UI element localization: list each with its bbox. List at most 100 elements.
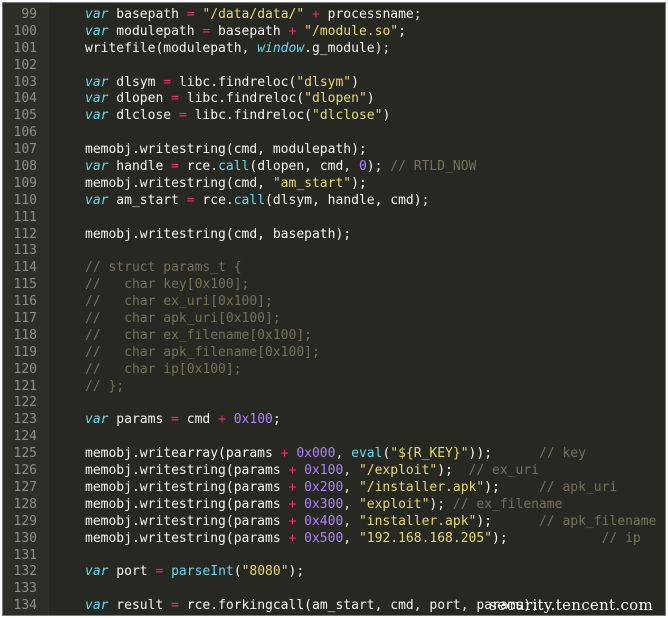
line-number: 99 — [21, 7, 37, 22]
code-token: , — [343, 496, 359, 512]
line-number: 130 — [13, 530, 37, 546]
code-token: ; — [272, 412, 281, 428]
code-token: ; — [398, 23, 406, 39]
code-token: ( — [233, 564, 242, 580]
code-line: 119 // char apk_filename[0x100]; — [3, 345, 665, 362]
code-token: "dlopen" — [304, 91, 367, 107]
code-token: memobj.writestring(cmd, — [85, 175, 273, 191]
code-line: 124 — [3, 429, 665, 446]
code-token: ); — [484, 479, 539, 495]
code-token: ) — [382, 108, 391, 124]
code-token: var — [85, 159, 109, 175]
line-number: 108 — [13, 159, 37, 175]
line-number: 114 — [13, 260, 37, 276]
code-line: 128 memobj.writestring(params + 0x300, "e… — [3, 497, 665, 514]
code-line: 104 var dlopen = libc.findreloc("dlopen") — [3, 91, 665, 108]
line-text: // struct params_t { — [85, 260, 242, 277]
line-text: var result = rce.forkingcall(am_start, c… — [85, 598, 539, 615]
code-token: (dlopen, cmd, — [249, 159, 359, 175]
code-token: // apk_uri — [538, 479, 618, 495]
line-number: 120 — [13, 361, 37, 377]
code-token: = — [186, 7, 195, 22]
code-line: 115 // char key[0x100]; — [3, 277, 665, 294]
code-line: 117 // char apk_uri[0x100]; — [3, 311, 665, 328]
code-token: = — [163, 74, 172, 90]
code-token: memobj.writestring(params — [85, 479, 289, 495]
code-line: 99 var basepath = "/data/data/" + process… — [3, 7, 665, 24]
code-token: rce. — [194, 192, 234, 208]
code-token: basepath — [210, 23, 289, 39]
code-token: 0x500 — [304, 530, 344, 546]
code-editor: 99 var basepath = "/data/data/" + process… — [2, 2, 666, 616]
code-token: handle — [108, 159, 172, 175]
code-line: 107 memobj.writestring(cmd, modulepath); — [3, 142, 665, 159]
code-line: 131 — [3, 548, 665, 565]
code-token: eval — [351, 446, 383, 462]
code-line: 103 var dlsym = libc.findreloc("dlsym") — [3, 75, 665, 92]
line-text: // char apk_uri[0x100]; — [85, 311, 281, 328]
code-token: // }; — [85, 378, 125, 394]
code-line: 106 — [3, 125, 665, 142]
code-line: 130 memobj.writestring(params + 0x500, "1… — [3, 531, 665, 548]
code-token: dlopen — [108, 91, 172, 107]
code-token: memobj.writestring(params — [85, 530, 289, 546]
code-token: call — [218, 159, 250, 175]
code-token: // key — [539, 446, 586, 462]
line-number: 118 — [13, 327, 37, 343]
line-number: 132 — [13, 564, 37, 580]
code-token: var — [85, 108, 109, 124]
code-line: 111 — [3, 210, 665, 227]
line-number: 116 — [13, 294, 37, 310]
line-text: memobj.writestring(params + 0x100, "/exp… — [85, 463, 539, 480]
code-token: + — [218, 412, 226, 428]
code-token: basepath — [108, 7, 187, 22]
code-token: var — [85, 91, 109, 107]
code-line: 126 memobj.writestring(params + 0x100, "/… — [3, 463, 665, 480]
line-number: 104 — [13, 91, 37, 107]
line-text: var modulepath = basepath + "/module.so"… — [85, 24, 406, 41]
code-token: // char apk_uri[0x100]; — [85, 311, 281, 327]
code-token: var — [85, 7, 109, 22]
code-token: ); — [437, 463, 469, 479]
code-token: // ex_filename — [452, 496, 563, 512]
code-token: // char key[0x100]; — [85, 277, 250, 293]
code-token: libc.findreloc( — [171, 74, 297, 90]
code-area[interactable]: 99 var basepath = "/data/data/" + process… — [3, 7, 665, 615]
code-token: memobj.writestring(cmd, modulepath); — [85, 142, 367, 158]
code-token: ) — [351, 74, 359, 90]
line-text: var dlopen = libc.findreloc("dlopen") — [85, 91, 375, 108]
code-line: 105 var dlclose = libc.findreloc("dlclose… — [3, 108, 665, 125]
code-token: rce.forkingcall(am_start, cmd, port, par… — [178, 598, 539, 614]
code-token: var — [85, 74, 109, 90]
code-token: , — [343, 513, 359, 529]
code-token: window — [257, 40, 305, 56]
line-number: 131 — [13, 547, 37, 563]
code-line: 109 memobj.writestring(cmd, "am_start"); — [3, 176, 665, 193]
line-number: 103 — [13, 74, 37, 90]
code-token: ); — [492, 530, 602, 546]
line-number: 121 — [13, 378, 37, 394]
line-text: memobj.writestring(cmd, modulepath); — [85, 142, 367, 159]
line-number: 123 — [13, 412, 37, 428]
code-token: "8080" — [241, 564, 289, 580]
code-line: 110 var am_start = rce.call(dlsym, handle… — [3, 193, 665, 210]
code-line: 120 // char ip[0x100]; — [3, 362, 665, 379]
code-token: memobj.writearray(params — [85, 446, 281, 462]
code-token: // apk_filename — [538, 513, 657, 529]
code-token: )); — [468, 446, 539, 462]
code-token: 0x400 — [304, 513, 344, 529]
code-token: , — [335, 446, 352, 462]
line-number: 134 — [13, 598, 37, 614]
code-token: 0x100 — [304, 463, 344, 479]
code-token: "installer.apk" — [358, 513, 477, 529]
code-token: call — [233, 192, 266, 208]
code-token: am_start — [108, 192, 187, 208]
code-token: // char ex_filename[0x100]; — [85, 327, 312, 343]
